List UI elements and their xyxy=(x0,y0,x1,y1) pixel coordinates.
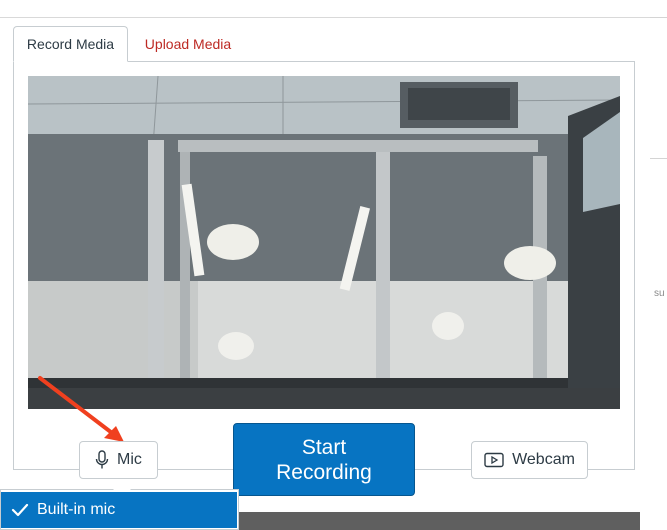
annotation-arrow xyxy=(38,376,124,442)
tab-record-media[interactable]: Record Media xyxy=(13,26,128,62)
tab-upload-media[interactable]: Upload Media xyxy=(130,26,246,62)
webcam-button[interactable]: Webcam xyxy=(471,441,588,479)
webcam-button-label: Webcam xyxy=(512,451,575,468)
checkmark-icon xyxy=(11,503,29,517)
mic-button-label: Mic xyxy=(117,451,142,468)
modal-divider xyxy=(0,17,650,18)
mic-button[interactable]: Mic xyxy=(79,441,158,479)
mic-option-label: Built-in mic xyxy=(37,501,116,518)
video-play-icon xyxy=(484,452,504,468)
mic-dropdown-caret xyxy=(113,481,131,490)
microphone-icon xyxy=(95,450,109,470)
webcam-preview xyxy=(28,76,620,409)
mic-option-built-in[interactable]: Built-in mic xyxy=(1,492,237,528)
background-divider xyxy=(650,158,667,159)
start-recording-button[interactable]: Start Recording xyxy=(233,423,415,496)
background-divider xyxy=(650,17,667,18)
webcam-preview-image xyxy=(28,76,620,388)
background-partial-text: su xyxy=(654,288,665,299)
